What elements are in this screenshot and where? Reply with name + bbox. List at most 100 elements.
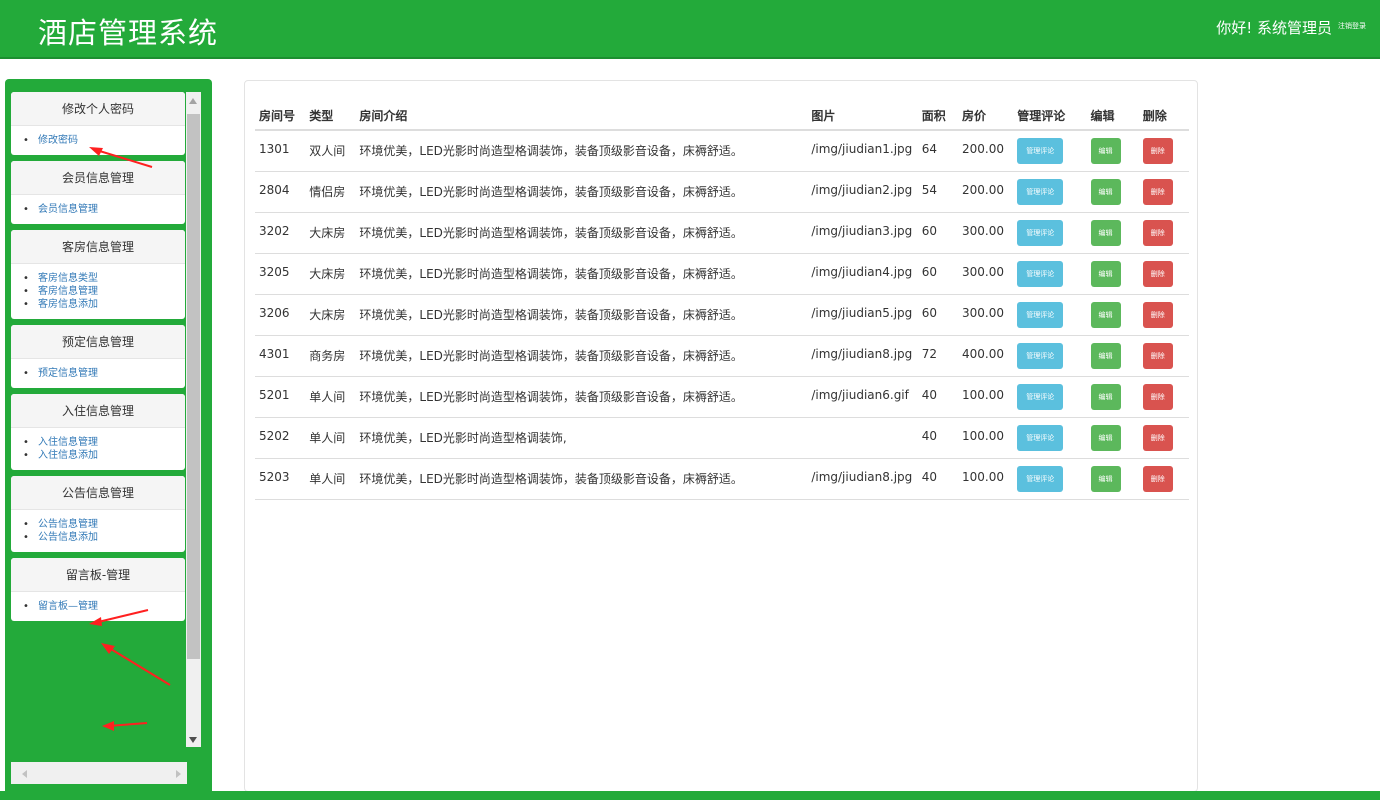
cell-image: /img/jiudian1.jpg [807, 130, 918, 172]
scroll-up-icon[interactable] [189, 98, 197, 104]
sidebar-link[interactable]: 客房信息添加 [23, 298, 185, 311]
manage-comment-button[interactable]: 管理评论 [1017, 138, 1064, 164]
cell-room: 5202 [255, 417, 306, 459]
column-header: 图片 [807, 101, 918, 131]
cell-image [807, 417, 918, 459]
table-row: 3202 大床房 环境优美，LED光影时尚造型格调装饰，装备顶级影音设备，床褥舒适。… [255, 212, 1189, 254]
edit-button[interactable]: 编辑 [1090, 301, 1121, 328]
cell-intro: 环境优美，LED光影时尚造型格调装饰，装备顶级影音设备，床褥舒适。 [355, 458, 808, 500]
edit-button[interactable]: 编辑 [1090, 383, 1121, 410]
sidebar-panel-title[interactable]: 客房信息管理 [11, 230, 185, 264]
cell-type: 大床房 [305, 294, 356, 336]
sidebar-link-list: 客房信息类型客房信息管理客房信息添加 [23, 272, 185, 311]
manage-comment-button[interactable]: 管理评论 [1017, 424, 1064, 451]
table-row: 5203 单人间 环境优美，LED光影时尚造型格调装饰，装备顶级影音设备，床褥舒适。… [255, 458, 1189, 500]
cell-area: 40 [917, 376, 958, 418]
manage-comment-button[interactable]: 管理评论 [1017, 465, 1064, 492]
manage-comment-button[interactable]: 管理评论 [1017, 178, 1064, 205]
sidebar-panel: 入住信息管理入住信息管理入住信息添加 [11, 394, 185, 470]
cell-price: 100.00 [957, 376, 1014, 418]
sidebar-link[interactable]: 公告信息管理 [23, 518, 185, 531]
sidebar-panel-title[interactable]: 修改个人密码 [11, 92, 185, 126]
cell-area: 60 [917, 212, 958, 254]
sidebar-panel: 会员信息管理会员信息管理 [11, 161, 185, 224]
cell-image: /img/jiudian4.jpg [807, 253, 918, 295]
delete-button[interactable]: 删除 [1142, 219, 1173, 246]
cell-image: /img/jiudian3.jpg [807, 212, 918, 254]
manage-comment-button[interactable]: 管理评论 [1017, 301, 1064, 328]
table-row: 1301 双人间 环境优美，LED光影时尚造型格调装饰，装备顶级影音设备，床褥舒适。… [255, 130, 1189, 172]
edit-button[interactable]: 编辑 [1090, 342, 1121, 369]
edit-button[interactable]: 编辑 [1090, 138, 1121, 164]
sidebar-link[interactable]: 预定信息管理 [23, 367, 185, 380]
scrollbar-thumb[interactable] [187, 114, 200, 659]
edit-button[interactable]: 编辑 [1090, 260, 1121, 287]
sidebar-panel-title[interactable]: 公告信息管理 [11, 476, 185, 510]
sidebar-panel-title[interactable]: 预定信息管理 [11, 325, 185, 359]
sidebar-panel-body: 会员信息管理 [11, 195, 185, 224]
sidebar-panel-body: 入住信息管理入住信息添加 [11, 428, 185, 470]
cell-image: /img/jiudian8.jpg [807, 458, 918, 500]
edit-button[interactable]: 编辑 [1090, 219, 1121, 246]
delete-button[interactable]: 删除 [1142, 465, 1173, 492]
sidebar-link[interactable]: 入住信息管理 [23, 436, 185, 449]
cell-action: 管理评论 [1013, 458, 1087, 500]
sidebar-link[interactable]: 公告信息添加 [23, 531, 185, 544]
cell-image: /img/jiudian6.gif [807, 376, 918, 418]
scroll-left-icon[interactable] [22, 770, 27, 778]
manage-comment-button[interactable]: 管理评论 [1017, 383, 1064, 410]
cell-intro: 环境优美，LED光影时尚造型格调装饰，装备顶级影音设备，床褥舒适。 [355, 253, 808, 295]
edit-button[interactable]: 编辑 [1090, 178, 1121, 205]
sidebar-panel-title[interactable]: 留言板-管理 [11, 558, 185, 592]
table-row: 3205 大床房 环境优美，LED光影时尚造型格调装饰，装备顶级影音设备，床褥舒适。… [255, 253, 1189, 295]
annotation-arrow-icon [101, 643, 171, 686]
delete-button[interactable]: 删除 [1142, 178, 1173, 205]
sidebar-link[interactable]: 客房信息类型 [23, 272, 185, 285]
cell-price: 300.00 [957, 253, 1014, 295]
sidebar-link-list: 会员信息管理 [23, 203, 185, 216]
delete-button[interactable]: 删除 [1142, 424, 1173, 451]
cell-type: 单人间 [305, 417, 356, 459]
scroll-down-icon[interactable] [189, 737, 197, 743]
cell-area: 60 [917, 253, 958, 295]
manage-comment-button[interactable]: 管理评论 [1017, 342, 1064, 369]
cell-action: 管理评论 [1013, 294, 1087, 336]
cell-area: 54 [917, 171, 958, 213]
manage-comment-button[interactable]: 管理评论 [1017, 260, 1064, 287]
column-header: 房价 [957, 101, 1014, 131]
sidebar-link[interactable]: 客房信息管理 [23, 285, 185, 298]
manage-comment-button[interactable]: 管理评论 [1017, 219, 1064, 246]
cell-type: 双人间 [305, 130, 356, 172]
sidebar-horizontal-scrollbar[interactable] [11, 762, 187, 784]
cell-action: 删除 [1138, 212, 1189, 254]
edit-button[interactable]: 编辑 [1090, 465, 1121, 492]
user-greeting: 你好! 系统管理员 [1216, 19, 1332, 37]
edit-button[interactable]: 编辑 [1090, 424, 1121, 451]
delete-button[interactable]: 删除 [1142, 301, 1173, 328]
cell-intro: 环境优美，LED光影时尚造型格调装饰，装备顶级影音设备，床褥舒适。 [355, 212, 808, 254]
logout-link[interactable]: 注销登录 [1338, 21, 1366, 31]
table-row: 2804 情侣房 环境优美，LED光影时尚造型格调装饰，装备顶级影音设备，床褥舒适。… [255, 171, 1189, 213]
cell-intro: 环境优美，LED光影时尚造型格调装饰，装备顶级影音设备，床褥舒适。 [355, 294, 808, 336]
cell-room: 2804 [255, 171, 306, 213]
column-header: 房间号 [255, 101, 306, 131]
sidebar-link[interactable]: 入住信息添加 [23, 449, 185, 462]
delete-button[interactable]: 删除 [1142, 260, 1173, 287]
sidebar-panel: 公告信息管理公告信息管理公告信息添加 [11, 476, 185, 552]
cell-action: 管理评论 [1013, 376, 1087, 418]
delete-button[interactable]: 删除 [1142, 138, 1173, 164]
sidebar-panel-title[interactable]: 入住信息管理 [11, 394, 185, 428]
cell-action: 删除 [1138, 335, 1189, 377]
column-header: 类型 [305, 101, 356, 131]
cell-action: 管理评论 [1013, 171, 1087, 213]
cell-action: 编辑 [1086, 171, 1139, 213]
scroll-right-icon[interactable] [176, 770, 181, 778]
cell-room: 4301 [255, 335, 306, 377]
sidebar-vertical-scrollbar[interactable] [186, 92, 201, 747]
delete-button[interactable]: 删除 [1142, 342, 1173, 369]
sidebar-link[interactable]: 会员信息管理 [23, 203, 185, 216]
column-header: 编辑 [1086, 101, 1139, 131]
delete-button[interactable]: 删除 [1142, 383, 1173, 410]
cell-area: 40 [917, 417, 958, 459]
cell-intro: 环境优美，LED光影时尚造型格调装饰，装备顶级影音设备，床褥舒适。 [355, 130, 808, 172]
